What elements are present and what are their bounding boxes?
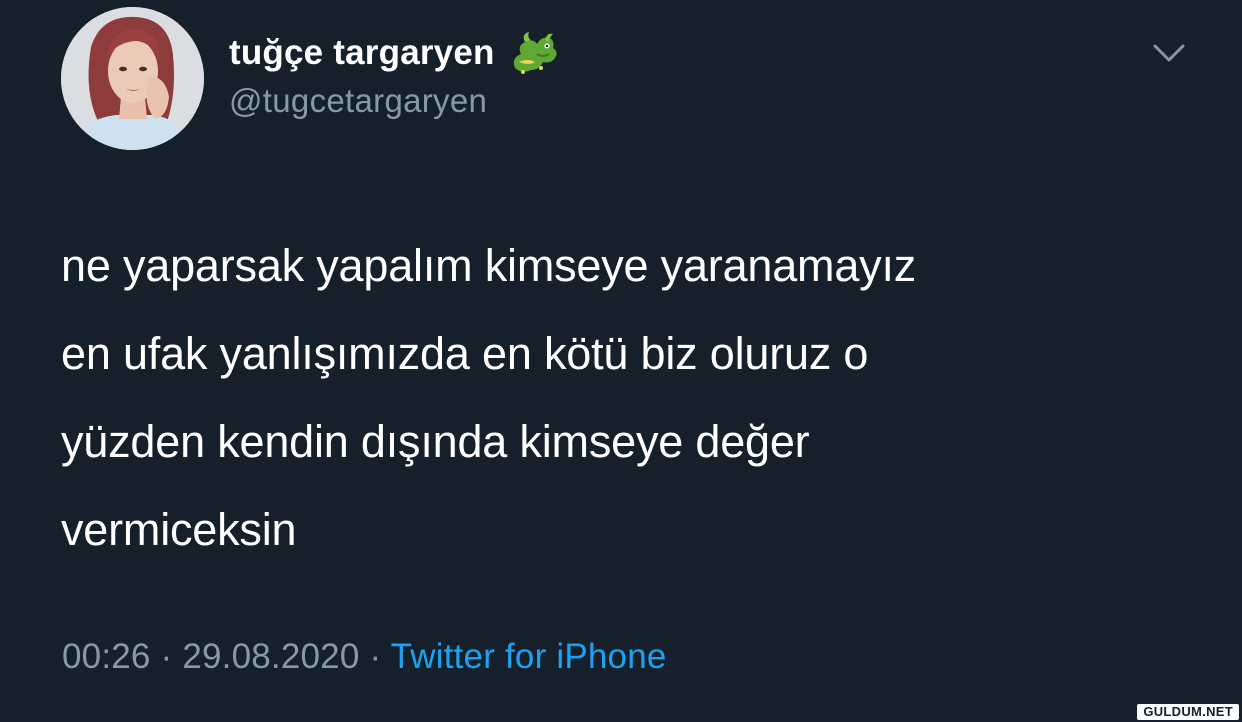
avatar[interactable] xyxy=(61,7,204,150)
tweet-text-line: en ufak yanlışımızda en kötü biz oluruz … xyxy=(61,328,869,379)
tweet-text: ne yaparsak yapalım kimseye yaranamayız … xyxy=(61,222,1211,574)
author-handle[interactable]: @tugcetargaryen xyxy=(229,82,487,120)
display-name[interactable]: tuğçe targaryen xyxy=(229,33,495,73)
watermark: GULDUM.NET xyxy=(1137,704,1239,720)
tweet-text-line: vermiceksin xyxy=(61,504,297,555)
tweet-time[interactable]: 00:26 xyxy=(62,637,151,676)
tweet-date[interactable]: 29.08.2020 xyxy=(182,637,359,676)
dragon-icon xyxy=(507,28,561,78)
author-row: tuğçe targaryen xyxy=(229,28,561,78)
avatar-photo xyxy=(61,7,204,150)
tweet-text-line: ne yaparsak yapalım kimseye yaranamayız xyxy=(61,240,917,291)
chevron-down-icon[interactable] xyxy=(1151,39,1187,67)
meta-separator: · xyxy=(160,637,173,676)
tweet-card: tuğçe targaryen @tugcetargaryen ne yapar… xyxy=(0,0,1242,722)
tweet-source-link[interactable]: Twitter for iPhone xyxy=(391,637,667,676)
tweet-meta: 00:26 · 29.08.2020 · Twitter for iPhone xyxy=(62,637,667,677)
meta-separator: · xyxy=(369,637,382,676)
tweet-text-line: yüzden kendin dışında kimseye değer xyxy=(61,416,810,467)
